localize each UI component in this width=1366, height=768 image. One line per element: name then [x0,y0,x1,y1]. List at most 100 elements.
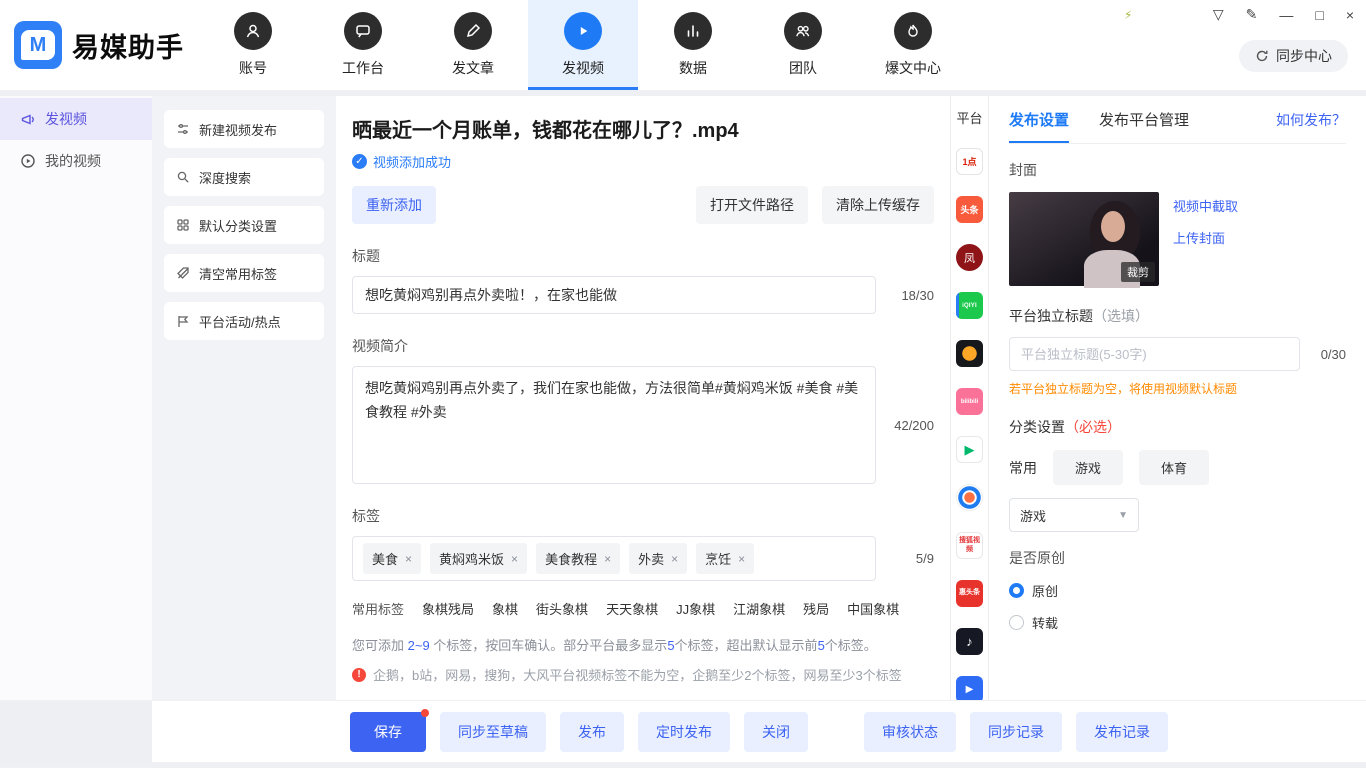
tags-label: 标签 [352,506,934,526]
radio-repost[interactable]: 转载 [1009,613,1346,632]
scheduled-publish-button[interactable]: 定时发布 [638,712,730,752]
crop-button[interactable]: 裁剪 [1121,262,1155,282]
tab-publish-settings[interactable]: 发布设置 [1009,96,1069,143]
clear-common-tags-button[interactable]: 清空常用标签 [164,254,324,292]
platform-weishi-icon[interactable]: ▶ [956,676,983,700]
default-category-settings-button[interactable]: 默认分类设置 [164,206,324,244]
platform-haokan-icon[interactable]: ▶ [956,436,983,463]
remove-tag-icon[interactable]: × [511,552,518,566]
nav-item-workbench[interactable]: 工作台 [308,0,418,90]
team-icon [784,12,822,50]
tag-chip[interactable]: 烹饪 × [696,543,754,574]
common-tag[interactable]: JJ象棋 [676,599,715,618]
tag-chip[interactable]: 外卖× [629,543,687,574]
tag-text: 美食 [372,549,398,568]
category-chip-game[interactable]: 游戏 [1053,450,1123,485]
capture-from-video-link[interactable]: 视频中截取 [1173,196,1238,215]
independent-title-input[interactable] [1009,337,1300,371]
platform-dayu-icon[interactable] [956,340,983,367]
radio-original[interactable]: 原创 [1009,581,1346,600]
common-tag[interactable]: 天天象棋 [606,599,658,618]
platform-ifeng-icon[interactable]: 凤 [956,244,983,271]
publish-button[interactable]: 发布 [560,712,624,752]
nav-item-hot-center[interactable]: 爆文中心 [858,0,968,90]
common-tag[interactable]: 中国象棋 [847,599,899,618]
platform-sohu-video-icon[interactable]: 搜狐视频 [956,532,983,559]
common-tag[interactable]: 江湖象棋 [733,599,785,618]
sidebar-item-publish-video[interactable]: 发视频 [0,98,152,140]
nav-item-publish-video[interactable]: 发视频 [528,0,638,90]
category-dropdown[interactable]: 游戏 ▼ [1009,498,1139,532]
common-tag[interactable]: 街头象棋 [536,599,588,618]
upload-cover-link[interactable]: 上传封面 [1173,228,1238,247]
nav-item-account[interactable]: 账号 [198,0,308,90]
tools-panel: 新建视频发布 深度搜索 默认分类设置 清空常用标签 平台活动/热点 [152,96,336,700]
nav-item-publish-article[interactable]: 发文章 [418,0,528,90]
publish-records-button[interactable]: 发布记录 [1076,712,1168,752]
nav-label: 账号 [239,58,267,78]
save-button[interactable]: 保存 [350,712,426,752]
plugin-icon: ⚡ [1124,8,1132,22]
edit-icon[interactable]: ✎ [1246,6,1258,23]
deep-search-button[interactable]: 深度搜索 [164,158,324,196]
sync-center-button[interactable]: 同步中心 [1239,40,1348,72]
review-status-button[interactable]: 审核状态 [864,712,956,752]
title-label: 标题 [352,246,934,266]
common-tag[interactable]: 象棋 [492,599,518,618]
category-chip-sports[interactable]: 体育 [1139,450,1209,485]
sidebar-item-my-videos[interactable]: 我的视频 [0,140,152,182]
tag-chip[interactable]: 黄焖鸡米饭× [430,543,527,574]
sync-records-button[interactable]: 同步记录 [970,712,1062,752]
tool-label: 深度搜索 [199,168,251,187]
platform-iqiyi-icon[interactable]: iQIYI [956,292,983,319]
platform-xigua-icon[interactable] [956,484,983,511]
description-textarea[interactable]: 想吃黄焖鸡别再点外卖了，我们在家也能做，方法很简单#黄焖鸡米饭 #美食 #美食教… [352,366,876,484]
platform-douyin-icon[interactable]: ♪ [956,628,983,655]
publish-settings-panel: 发布设置 发布平台管理 如何发布？ 封面 裁剪 视频中截取 上传封面 平台独立标… [988,96,1366,700]
how-to-publish-link[interactable]: 如何发布？ [1276,110,1346,130]
tag-chip[interactable]: 美食 × [363,543,421,574]
close-button[interactable]: 关闭 [744,712,808,752]
close-icon[interactable]: × [1346,7,1354,23]
tab-platform-management[interactable]: 发布平台管理 [1099,96,1189,143]
title-counter: 18/30 [876,288,934,303]
open-file-path-button[interactable]: 打开文件路径 [696,186,808,224]
maximize-icon[interactable]: □ [1315,7,1323,23]
flag-icon [176,314,190,328]
new-video-publish-button[interactable]: 新建视频发布 [164,110,324,148]
primary-nav: 账号 工作台 发文章 发视频 数据 [198,0,968,90]
nav-item-team[interactable]: 团队 [748,0,858,90]
platform-toutiao-icon[interactable]: 头条 [956,196,983,223]
common-tag[interactable]: 象棋残局 [422,599,474,618]
readd-button[interactable]: 重新添加 [352,186,436,224]
minimize-icon[interactable]: — [1279,7,1293,23]
platform-bilibili-icon[interactable]: bilibili [956,388,983,415]
platform-yidianzixun-icon[interactable]: 1点 [956,148,983,175]
upload-status-text: 视频添加成功 [373,152,451,171]
window-controls: ▽ ✎ — □ × [1213,6,1354,23]
clear-upload-cache-button[interactable]: 清除上传缓存 [822,186,934,224]
remove-tag-icon[interactable]: × [604,552,611,566]
nav-label: 发视频 [562,58,604,78]
workbench-icon [344,12,382,50]
nav-label: 发文章 [452,58,494,78]
upload-status-row: ✓ 视频添加成功 [352,152,934,171]
title-input[interactable] [352,276,876,314]
remove-tag-icon[interactable]: × [738,552,745,566]
refresh-icon [1255,49,1269,63]
radio-original-label: 原创 [1032,581,1058,600]
common-tag[interactable]: 残局 [803,599,829,618]
nav-label: 数据 [679,58,707,78]
cover-thumbnail[interactable]: 裁剪 [1009,192,1159,286]
sidebar-item-label: 我的视频 [45,151,101,171]
tag-text: 烹饪 [705,549,731,568]
filter-icon[interactable]: ▽ [1213,6,1224,23]
platform-huitoutiao-icon[interactable]: 惠头条 [956,580,983,607]
tag-chip[interactable]: 美食教程× [536,543,620,574]
sync-to-draft-button[interactable]: 同步至草稿 [440,712,546,752]
tags-input[interactable]: 美食 × 黄焖鸡米饭× 美食教程× 外卖× 烹饪 × [352,536,876,581]
remove-tag-icon[interactable]: × [405,552,412,566]
remove-tag-icon[interactable]: × [671,552,678,566]
nav-item-data[interactable]: 数据 [638,0,748,90]
platform-activities-button[interactable]: 平台活动/热点 [164,302,324,340]
